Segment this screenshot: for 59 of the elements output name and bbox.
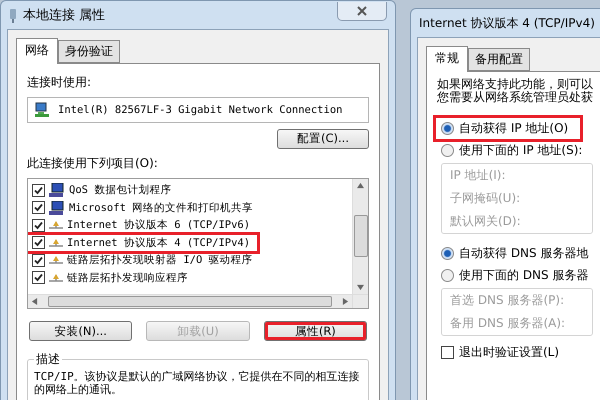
radio-button[interactable] [441,144,454,157]
radio-button[interactable] [441,247,454,260]
checkbox[interactable] [32,184,45,197]
checkbox[interactable] [441,346,454,359]
action-button[interactable]: 属性(R) [264,321,367,341]
action-button[interactable]: 安装(N)... [29,321,132,341]
horizontal-scrollbar[interactable] [28,294,352,308]
scrollbar-corner [352,294,368,308]
tab[interactable]: 身份验证 [58,40,120,63]
intro-text: 如果网络支持此功能，则可以 [437,78,593,91]
tab[interactable]: 常规 [426,46,468,72]
radio-button[interactable] [441,269,454,282]
network-protocol-icon [49,238,63,248]
network-protocol-icon [49,255,63,266]
up-arrow-icon[interactable] [357,182,364,189]
down-arrow-icon[interactable] [357,284,364,291]
window-title: Internet 协议版本 4 (TCP/IPv4) [419,14,595,32]
vertical-scrollbar[interactable] [352,178,368,294]
tab[interactable]: 备用配置 [468,48,530,71]
right-arrow-icon[interactable] [342,298,349,305]
configure-button[interactable]: 配置(C)... [277,128,369,149]
radio-option[interactable]: 自动获得 DNS 服务器地 [437,244,593,263]
network-adapter-icon [34,102,50,118]
list-item[interactable]: 链路层拓扑发现响应程序 [32,269,348,287]
checkbox[interactable] [32,201,45,214]
adapter-field: Intel(R) 82567LF-3 Gigabit Network Connection [27,97,369,123]
left-arrow-icon[interactable] [31,298,38,305]
field-label: 备用 DNS 服务器(A): [450,315,566,332]
field-label: 首选 DNS 服务器(P): [450,292,566,309]
computer-icon [49,200,65,215]
close-button[interactable] [337,2,387,20]
radio-option[interactable]: 使用下面的 DNS 服务器 [437,266,593,285]
field-label: 子网掩码(U): [450,190,522,207]
list-item[interactable]: 链路层拓扑发现映射器 I/O 驱动程序 [32,252,348,270]
network-protocol-icon [49,220,63,230]
description-text: TCP/IP。该协议是默认的广域网络协议，它提供在不同的相互连接的网络上的通讯。 [34,370,361,396]
checkbox[interactable] [32,271,45,284]
close-icon [357,6,367,16]
tab[interactable]: 网络 [16,38,58,64]
computer-icon [49,183,65,198]
checkbox-option[interactable]: 退出时验证设置(L) [437,343,593,362]
window-title: 本地连接 属性 [23,7,106,24]
field-label: IP 地址(I): [450,167,507,184]
list-item[interactable]: Microsoft 网络的文件和打印机共享 [32,199,348,217]
field-label: 默认网关(D): [450,213,522,230]
checkbox[interactable] [32,236,45,250]
intro-text: 您需要从网络系统管理员处获 [437,91,593,104]
network-protocol-icon [49,272,63,283]
radio-button[interactable] [441,122,454,135]
radio-option[interactable]: 使用下面的 IP 地址(S): [437,141,593,160]
checkbox[interactable] [32,218,45,232]
group-title: 描述 [35,351,61,368]
checkbox[interactable] [32,254,45,267]
list-label: 此连接使用下列项目(O): [27,154,159,172]
list-item[interactable]: Internet 协议版本 6 (TCP/IPv6) [32,216,348,234]
field-label: 连接时使用: [27,74,92,91]
list-item[interactable]: Internet 协议版本 4 (TCP/IPv4) [28,234,258,252]
list-item[interactable]: QoS 数据包计划程序 [32,182,348,200]
radio-option[interactable]: 自动获得 IP 地址(O) [437,119,579,138]
